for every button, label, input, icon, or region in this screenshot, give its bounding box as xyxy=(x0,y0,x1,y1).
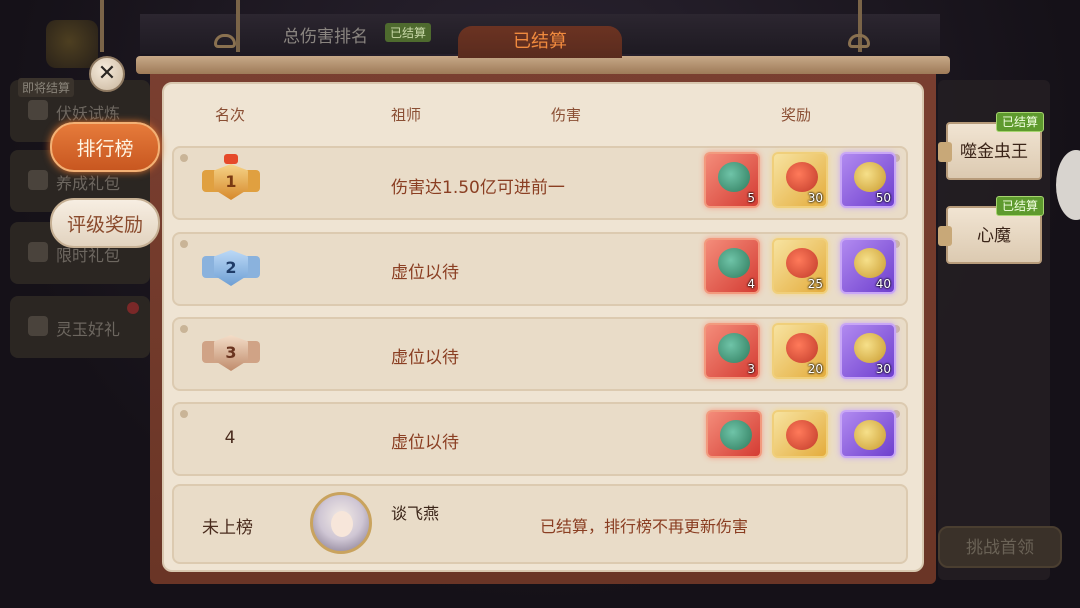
header-rank: 名次 xyxy=(215,106,246,124)
rating-rewards-tab-button[interactable]: 评级奖励 xyxy=(50,198,160,248)
peach-icon xyxy=(786,420,818,450)
plant-icon xyxy=(718,333,750,363)
background-status-badge: 已结算 xyxy=(385,23,432,42)
header-damage: 伤害 xyxy=(551,106,582,124)
side-item-label: 伏妖试炼 xyxy=(56,104,121,123)
reward-item-gold[interactable] xyxy=(772,410,828,458)
reward-count: 3 xyxy=(747,362,755,376)
side-item-icon xyxy=(28,242,48,262)
row-damage-text: 伤害达1.50亿可进前一 xyxy=(391,178,565,198)
avatar[interactable] xyxy=(310,492,372,554)
reward-count: 30 xyxy=(807,191,823,205)
row-ornament xyxy=(180,154,188,162)
reward-item-purple[interactable]: 30 xyxy=(840,323,896,379)
rank-number: 2 xyxy=(225,258,237,277)
peach-icon xyxy=(786,248,818,278)
background-title: 总伤害排名 xyxy=(283,27,368,47)
notification-dot xyxy=(127,302,139,314)
my-rank-text: 未上榜 xyxy=(202,518,253,538)
reward-item-purple[interactable]: 40 xyxy=(840,238,896,294)
clip-icon xyxy=(938,142,952,162)
reward-item-gold[interactable]: 30 xyxy=(772,152,828,208)
rope-knot xyxy=(848,34,870,48)
rope xyxy=(236,0,240,52)
reward-count: 25 xyxy=(807,277,823,291)
event-logo-icon xyxy=(46,20,98,68)
rank-number: 1 xyxy=(225,172,237,191)
status-badge: 已结算 xyxy=(995,196,1044,216)
reward-item-gold[interactable]: 20 xyxy=(772,323,828,379)
rope xyxy=(100,0,104,52)
rope-knot xyxy=(214,34,236,48)
row-damage-text: 虚位以待 xyxy=(391,348,459,368)
treasure-chest-icon xyxy=(854,162,886,192)
row-damage-text: 虚位以待 xyxy=(391,263,459,283)
reward-item-purple[interactable] xyxy=(840,410,896,458)
side-item-label: 养成礼包 xyxy=(56,174,121,193)
treasure-chest-icon xyxy=(854,420,886,450)
reward-count: 50 xyxy=(875,191,891,205)
reward-count: 5 xyxy=(747,191,755,205)
side-item-label: 限时礼包 xyxy=(56,246,121,265)
reward-item-red[interactable]: 3 xyxy=(704,323,760,379)
side-item-label: 灵玉好礼 xyxy=(56,320,121,339)
reward-item-red[interactable] xyxy=(706,410,762,458)
reward-count: 4 xyxy=(747,277,755,291)
reward-count: 40 xyxy=(875,277,891,291)
challenge-boss-button[interactable]: 挑战首领 xyxy=(938,526,1062,568)
reward-item-red[interactable]: 4 xyxy=(704,238,760,294)
header-reward: 奖励 xyxy=(781,106,812,124)
header-master: 祖师 xyxy=(391,106,422,124)
row-damage-text: 虚位以待 xyxy=(391,433,459,453)
settlement-note: 已结算，排行榜不再更新伤害 xyxy=(540,517,749,536)
close-icon: ✕ xyxy=(97,61,117,86)
panel-title-tab: 已结算 xyxy=(458,26,622,58)
rank-1-badge-icon: 1 xyxy=(200,154,262,210)
clip-icon xyxy=(938,226,952,246)
side-item-tag: 即将结算 xyxy=(18,78,75,97)
plant-icon xyxy=(718,248,750,278)
side-item-icon xyxy=(28,100,48,120)
player-name: 谈飞燕 xyxy=(391,504,440,523)
reward-item-gold[interactable]: 25 xyxy=(772,238,828,294)
reward-count: 20 xyxy=(807,362,823,376)
peach-icon xyxy=(786,162,818,192)
reward-item-purple[interactable]: 50 xyxy=(840,152,896,208)
plant-icon xyxy=(720,420,752,450)
reward-item-red[interactable]: 5 xyxy=(704,152,760,208)
rank-2-badge-icon: 2 xyxy=(200,240,262,296)
rank-number: 4 xyxy=(224,428,236,448)
side-item-icon xyxy=(28,316,48,336)
boss-name: 噬金虫王 xyxy=(960,142,1028,162)
status-badge: 已结算 xyxy=(995,112,1044,132)
treasure-chest-icon xyxy=(854,333,886,363)
boss-name: 心魔 xyxy=(977,226,1011,246)
close-button[interactable]: ✕ xyxy=(89,56,125,92)
boss-tab-1[interactable]: 噬金虫王 已结算 xyxy=(938,112,1044,180)
side-item-icon xyxy=(28,170,48,190)
leaderboard-tab-button[interactable]: 排行榜 xyxy=(50,122,160,172)
rank-number: 3 xyxy=(225,343,237,362)
boss-tab-2[interactable]: 心魔 已结算 xyxy=(938,196,1044,264)
rank-3-badge-icon: 3 xyxy=(200,325,262,381)
treasure-chest-icon xyxy=(854,248,886,278)
reward-count: 30 xyxy=(875,362,891,376)
plant-icon xyxy=(718,162,750,192)
peach-icon xyxy=(786,333,818,363)
